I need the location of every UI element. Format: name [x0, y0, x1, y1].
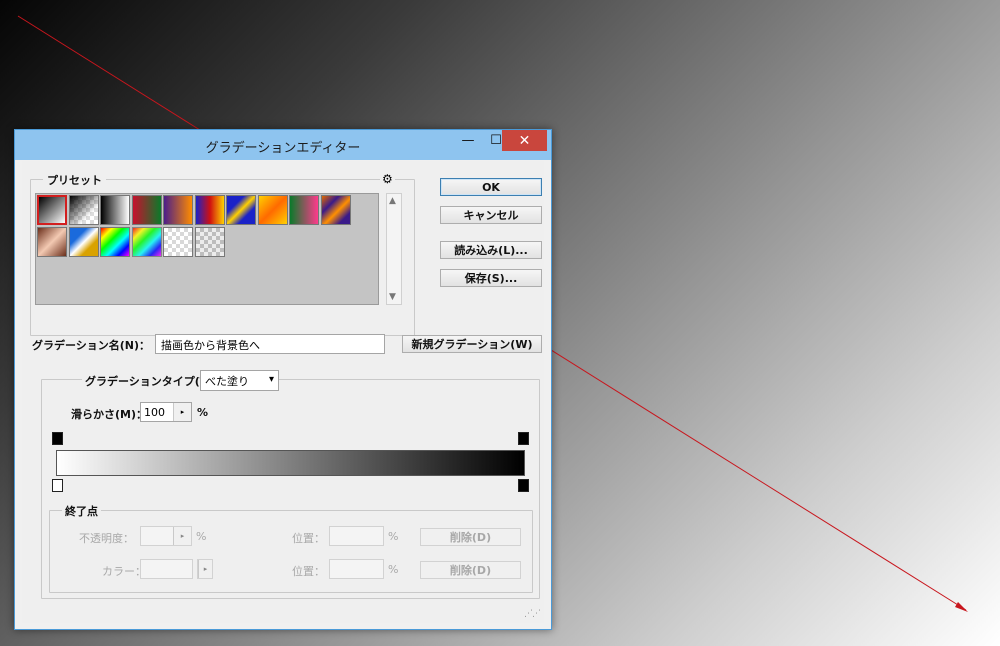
preset-swatch[interactable]: [37, 227, 67, 257]
smoothness-value[interactable]: 100: [144, 406, 165, 419]
preset-swatch[interactable]: [226, 195, 256, 225]
color-position-unit: %: [388, 563, 399, 576]
preset-label: プリセット: [43, 172, 106, 188]
preset-swatch[interactable]: [69, 227, 99, 257]
gradient-name-label: グラデーション名(N)：: [32, 339, 151, 352]
color-stop-right[interactable]: [518, 479, 529, 492]
preset-swatch[interactable]: [195, 195, 225, 225]
color-picker-arrow[interactable]: ▸: [197, 559, 213, 579]
preset-swatch[interactable]: [37, 195, 67, 225]
save-button[interactable]: 保存(S)...: [440, 269, 542, 287]
stops-group: [49, 510, 533, 593]
color-position-label: 位置：: [292, 565, 325, 578]
preset-swatch[interactable]: [163, 195, 193, 225]
load-button[interactable]: 読み込み(L)...: [440, 241, 542, 259]
stops-label: 終了点: [62, 503, 101, 519]
gradient-editor-dialog: グラデーションエディター — ☐ ✕ プリセット ⚙ ▲ ▼ OK キャンセル …: [14, 129, 552, 630]
opacity-stepper[interactable]: ▸: [140, 526, 192, 546]
stepper-arrow-icon[interactable]: ▸: [173, 403, 191, 421]
opacity-unit: %: [196, 530, 207, 543]
preset-swatch[interactable]: [195, 227, 225, 257]
stepper-arrow-icon[interactable]: ▸: [198, 560, 212, 578]
delete-opacity-stop-button[interactable]: 削除(D): [420, 528, 521, 546]
opacity-stop-left[interactable]: [52, 432, 63, 445]
preset-swatch[interactable]: [69, 195, 99, 225]
smoothness-stepper[interactable]: 100 ▸: [140, 402, 192, 422]
preset-swatch[interactable]: [163, 227, 193, 257]
smoothness-unit: %: [197, 406, 209, 419]
preset-swatch-grid: [35, 193, 379, 305]
delete-color-stop-button[interactable]: 削除(D): [420, 561, 521, 579]
preset-scrollbar[interactable]: ▲ ▼: [386, 193, 402, 305]
new-gradient-button[interactable]: 新規グラデーション(W): [402, 335, 542, 353]
opacity-label: 不透明度：: [79, 532, 134, 545]
scroll-down-icon[interactable]: ▼: [389, 292, 396, 302]
preset-swatch[interactable]: [321, 195, 351, 225]
title-bar[interactable]: グラデーションエディター — ☐ ✕: [15, 130, 551, 160]
gradient-preview-bar[interactable]: [56, 450, 525, 476]
preset-swatch[interactable]: [132, 227, 162, 257]
preset-swatch[interactable]: [289, 195, 319, 225]
minimize-button[interactable]: —: [454, 130, 482, 151]
preset-swatch[interactable]: [100, 195, 130, 225]
dialog-client: プリセット ⚙ ▲ ▼ OK キャンセル 読み込み(L)... 保存(S)...…: [22, 161, 544, 623]
close-button[interactable]: ✕: [502, 130, 547, 151]
gradient-type-select[interactable]: べた塗り ▾: [200, 370, 279, 391]
window-title: グラデーションエディター: [205, 141, 361, 156]
gradient-name-input[interactable]: 描画色から背景色へ: [155, 334, 385, 354]
smoothness-label: 滑らかさ(M)：: [71, 408, 148, 421]
color-swatch-input[interactable]: [140, 559, 193, 579]
preset-swatch[interactable]: [132, 195, 162, 225]
opacity-position-unit: %: [388, 530, 399, 543]
preset-swatch[interactable]: [258, 195, 288, 225]
chevron-down-icon: ▾: [268, 374, 274, 385]
resize-grip-icon[interactable]: ⋰⋰: [524, 609, 541, 619]
opacity-stop-right[interactable]: [518, 432, 529, 445]
preset-swatch[interactable]: [100, 227, 130, 257]
opacity-position-label: 位置：: [292, 532, 325, 545]
gradient-type-value: べた塗り: [205, 375, 249, 388]
scroll-up-icon[interactable]: ▲: [389, 196, 396, 206]
stepper-arrow-icon[interactable]: ▸: [173, 527, 191, 545]
cancel-button[interactable]: キャンセル: [440, 206, 542, 224]
gear-icon[interactable]: ⚙: [380, 172, 395, 186]
color-stop-left[interactable]: [52, 479, 63, 492]
color-position-input[interactable]: [329, 559, 384, 579]
opacity-position-input[interactable]: [329, 526, 384, 546]
ok-button[interactable]: OK: [440, 178, 542, 196]
